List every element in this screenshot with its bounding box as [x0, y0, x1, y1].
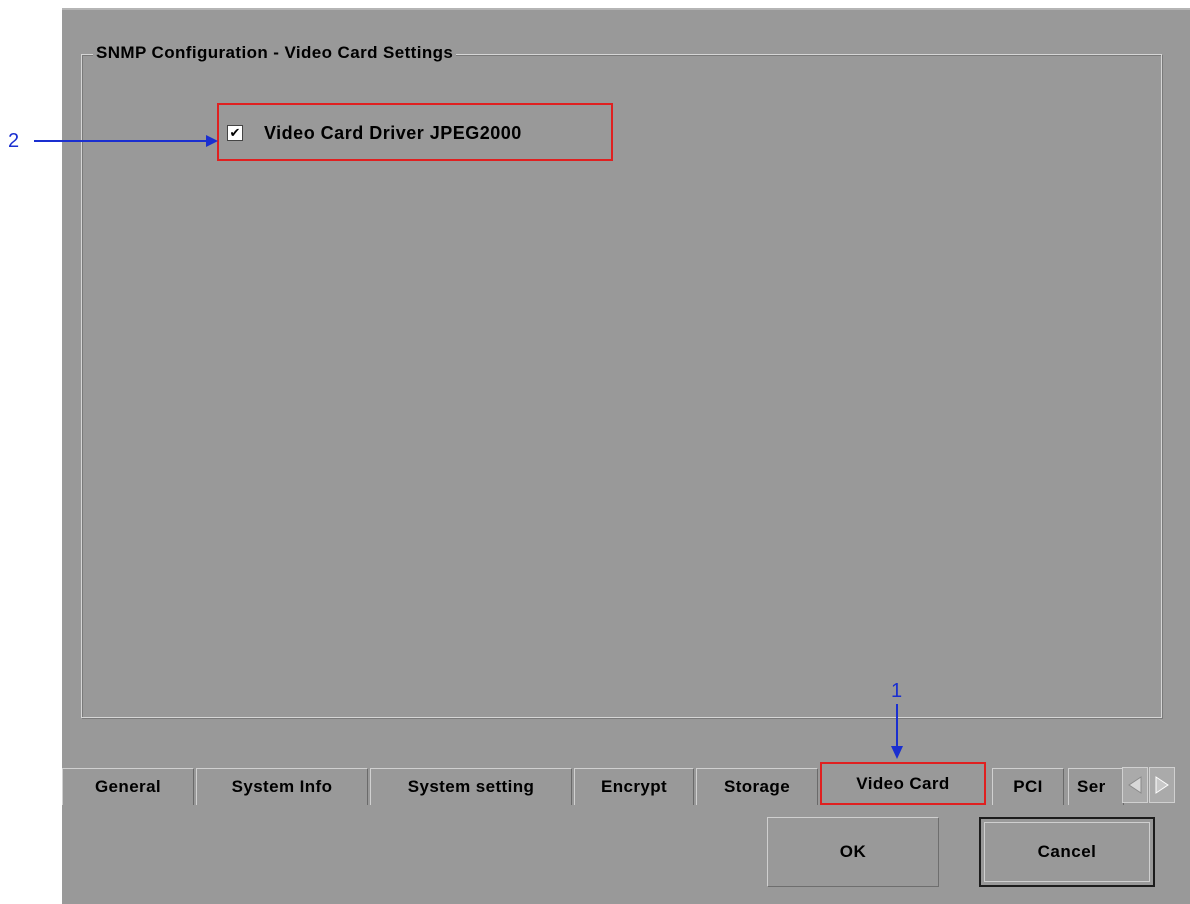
tab-encrypt[interactable]: Encrypt	[574, 768, 694, 805]
tab-scroll-left-button[interactable]	[1122, 767, 1148, 803]
ok-button[interactable]: OK	[767, 817, 939, 887]
tab-ser[interactable]: Ser	[1068, 768, 1124, 805]
tab-video-card[interactable]: Video Card	[820, 762, 986, 805]
annotation-arrow-1	[891, 704, 903, 759]
tab-system-setting[interactable]: System setting	[370, 768, 572, 805]
annotation-marker-1: 1	[891, 680, 903, 702]
tab-scroll-right-button[interactable]	[1149, 767, 1175, 803]
scroll-right-icon	[1155, 776, 1169, 794]
video-card-driver-checkbox[interactable]: ✔	[227, 125, 243, 141]
tab-storage[interactable]: Storage	[696, 768, 818, 805]
tab-general[interactable]: General	[62, 768, 194, 805]
annotation-marker-2: 2	[8, 130, 20, 152]
tab-pci[interactable]: PCI	[992, 768, 1064, 805]
snmp-config-dialog: SNMP Configuration - Video Card Settings…	[62, 8, 1190, 904]
video-card-driver-label[interactable]: Video Card Driver JPEG2000	[264, 123, 522, 144]
scroll-left-icon	[1128, 776, 1142, 794]
cancel-button[interactable]: Cancel	[979, 817, 1155, 887]
group-title: SNMP Configuration - Video Card Settings	[93, 43, 457, 63]
annotation-arrow-2	[34, 135, 218, 147]
tab-system-info[interactable]: System Info	[196, 768, 368, 805]
